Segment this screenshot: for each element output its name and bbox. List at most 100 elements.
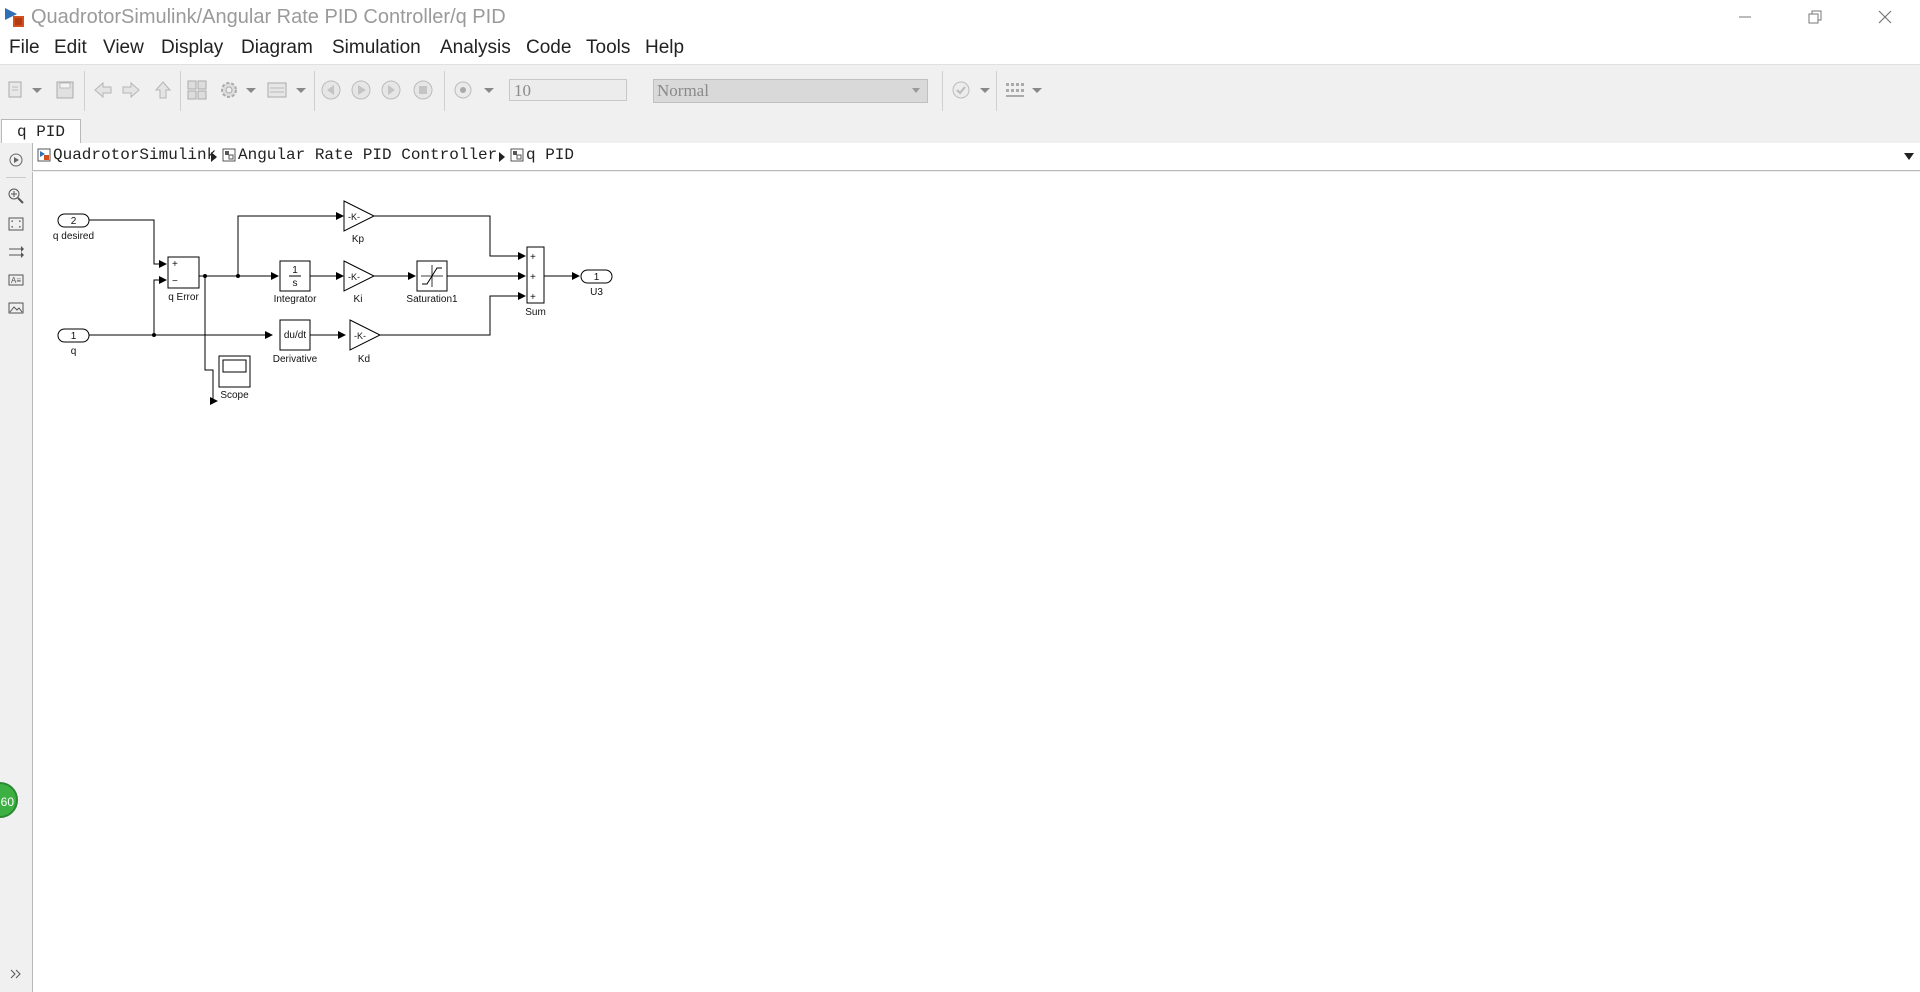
block-label: q: [71, 346, 77, 357]
inport-number: 1: [71, 331, 77, 342]
run-icon[interactable]: [350, 79, 372, 101]
arrow-right-icon[interactable]: [7, 243, 25, 261]
fit-to-view-icon[interactable]: [7, 215, 25, 233]
gain-block-kp[interactable]: -K- Kp: [343, 200, 376, 245]
toolbar-separator: [942, 71, 943, 111]
hide-explorer-icon[interactable]: [7, 151, 25, 169]
toolbar-separator: [84, 71, 85, 111]
breadcrumb-separator-icon: [211, 152, 217, 162]
step-back-icon[interactable]: [320, 79, 342, 101]
menu-analysis[interactable]: Analysis: [440, 37, 511, 59]
step-forward-icon[interactable]: [380, 79, 402, 101]
grid-icon[interactable]: [1004, 79, 1026, 101]
simulation-mode-select[interactable]: Normal: [653, 79, 928, 103]
sum-sign: +: [530, 272, 536, 283]
tab-strip: q PID: [0, 117, 1920, 144]
block-label: Integrator: [274, 294, 317, 305]
block-label: Scope: [220, 390, 249, 401]
saturation-block[interactable]: Saturation1: [406, 260, 458, 305]
menu-display[interactable]: Display: [161, 37, 223, 59]
annotation-icon[interactable]: A≡: [7, 271, 25, 289]
gain-block-kd[interactable]: -K- Kd: [349, 319, 382, 365]
inport-q-desired[interactable]: 2 q desired: [53, 213, 94, 242]
chevron-down-icon[interactable]: [978, 79, 992, 101]
record-icon[interactable]: [452, 79, 474, 101]
up-icon[interactable]: [152, 79, 174, 101]
close-button[interactable]: [1850, 0, 1920, 34]
scope-block[interactable]: Scope: [218, 355, 251, 401]
block-label: U3: [590, 287, 603, 298]
menu-diagram[interactable]: Diagram: [241, 37, 313, 59]
minimize-button[interactable]: [1710, 0, 1780, 34]
stop-icon[interactable]: [412, 79, 434, 101]
breadcrumb-item-q-pid[interactable]: q PID: [510, 146, 574, 164]
breadcrumb-item-model[interactable]: QuadrotorSimulink: [37, 146, 216, 164]
toolbar-separator: [996, 71, 997, 111]
menu-code[interactable]: Code: [526, 37, 571, 59]
chevron-down-icon[interactable]: [294, 79, 308, 101]
integrator-block[interactable]: 1 s Integrator: [274, 260, 317, 305]
gain-value: -K-: [354, 331, 366, 341]
expand-panel-icon[interactable]: [7, 965, 25, 983]
integrator-numerator: 1: [292, 265, 298, 276]
block-label: Kd: [358, 354, 370, 365]
menu-simulation[interactable]: Simulation: [332, 37, 421, 59]
save-icon[interactable]: [54, 79, 76, 101]
library-browser-icon[interactable]: [186, 79, 208, 101]
model-canvas[interactable]: 2 q desired 1 q + − q Error -K- Kp 1 s I…: [32, 172, 1920, 992]
sum-block-output[interactable]: + + + Sum: [525, 246, 546, 318]
block-label: q desired: [53, 231, 94, 242]
back-icon[interactable]: [92, 79, 114, 101]
window-title: QuadrotorSimulink/Angular Rate PID Contr…: [31, 6, 506, 28]
menu-edit[interactable]: Edit: [54, 37, 87, 59]
block-label: Kp: [352, 234, 365, 245]
gear-icon[interactable]: [218, 79, 240, 101]
integrator-denominator: s: [293, 278, 298, 289]
new-model-icon[interactable]: [6, 79, 28, 101]
svg-text:A≡: A≡: [11, 276, 21, 285]
block-label: q Error: [168, 292, 199, 303]
chevron-down-icon[interactable]: [30, 79, 44, 101]
chevron-down-icon: [912, 88, 920, 93]
check-icon[interactable]: [950, 79, 972, 101]
menu-view[interactable]: View: [103, 37, 144, 59]
breadcrumb-label: QuadrotorSimulink: [53, 146, 217, 164]
inport-q[interactable]: 1 q: [57, 328, 90, 357]
model-icon: [37, 148, 51, 162]
menu-bar: File Edit View Display Diagram Simulatio…: [0, 34, 1920, 64]
status-badge[interactable]: 60: [0, 782, 18, 818]
sum-sign: +: [530, 292, 536, 303]
outport-number: 1: [594, 272, 600, 283]
breadcrumb-item-angular-rate[interactable]: Angular Rate PID Controller: [222, 146, 497, 164]
outport-u3[interactable]: 1 U3: [580, 269, 613, 298]
stop-time-input[interactable]: 10: [509, 79, 627, 101]
menu-file[interactable]: File: [9, 37, 40, 59]
block-label: Derivative: [273, 354, 318, 365]
tab-q-pid[interactable]: q PID: [1, 119, 81, 144]
forward-icon[interactable]: [120, 79, 142, 101]
chevron-down-icon[interactable]: [1030, 79, 1044, 101]
chevron-down-icon[interactable]: [482, 79, 496, 101]
sum-sign: −: [172, 276, 178, 287]
left-palette: A≡ 60: [0, 143, 32, 992]
restore-icon: [1808, 10, 1822, 24]
toolbar: 10 Normal: [0, 64, 1920, 118]
image-icon[interactable]: [7, 299, 25, 317]
simulink-app-icon: [5, 8, 24, 27]
toolbar-separator: [444, 71, 445, 111]
chevron-down-icon[interactable]: [1904, 153, 1914, 161]
restore-button[interactable]: [1780, 0, 1850, 34]
sum-sign: +: [172, 259, 178, 270]
chevron-down-icon[interactable]: [244, 79, 258, 101]
menu-help[interactable]: Help: [645, 37, 684, 59]
model-explorer-icon[interactable]: [266, 79, 288, 101]
gain-block-ki[interactable]: -K- Ki: [343, 260, 376, 305]
breadcrumb: QuadrotorSimulink Angular Rate PID Contr…: [32, 143, 1920, 171]
minimize-icon: [1739, 16, 1751, 18]
block-label: Sum: [525, 307, 546, 318]
derivative-block[interactable]: du/dt Derivative: [273, 319, 318, 365]
breadcrumb-label: Angular Rate PID Controller: [238, 146, 498, 164]
sum-block-q-error[interactable]: + − q Error: [167, 256, 200, 303]
menu-tools[interactable]: Tools: [586, 37, 630, 59]
zoom-in-icon[interactable]: [7, 187, 25, 205]
